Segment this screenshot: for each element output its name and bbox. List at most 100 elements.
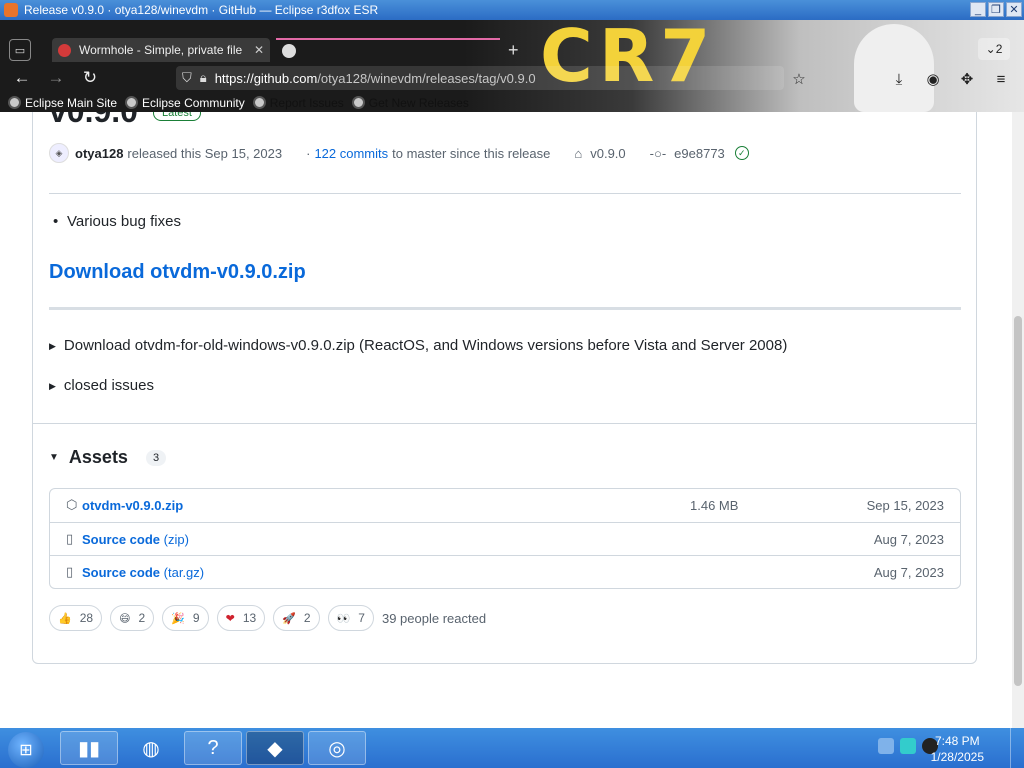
extensions-icon[interactable]: ✥ xyxy=(956,68,978,90)
author-link[interactable]: otya128 xyxy=(75,146,123,161)
reload-button[interactable]: ↻ xyxy=(78,66,102,90)
help-icon: ? xyxy=(207,736,219,759)
separator-dot: · xyxy=(306,145,311,161)
firefox-view-button[interactable]: ▭ xyxy=(9,39,31,61)
taskbar-app[interactable]: ◎ xyxy=(308,731,366,765)
reaction-hooray[interactable]: 🎉 9 xyxy=(162,605,209,631)
reaction-eyes[interactable]: 👀 7 xyxy=(327,605,374,631)
forward-button[interactable]: → xyxy=(44,66,68,90)
reactions-bar: 👍 28 😄 2 🎉 9 ❤ 13 🚀 2 👀 7 39 people reacted xyxy=(49,605,486,631)
asset-name: otvdm-v0.9.0.zip xyxy=(82,498,184,513)
details-old-windows[interactable]: ▶ Download otvdm-for-old-windows-v0.9.0.z… xyxy=(49,337,787,354)
reaction-heart[interactable]: ❤ 13 xyxy=(216,605,266,631)
reaction-count: 7 xyxy=(358,611,365,625)
avatar[interactable]: ◈ xyxy=(49,143,69,163)
reaction-count: 2 xyxy=(138,611,146,625)
commits-suffix: to master since this release xyxy=(392,145,551,161)
window-title-bar: Release v0.9.0 · otya128/winevdm · GitHu… xyxy=(0,0,1024,20)
menu-icon[interactable]: ≡ xyxy=(990,68,1012,90)
commit-link[interactable]: e9e8773 xyxy=(674,146,725,161)
system-tray xyxy=(878,738,938,754)
start-button[interactable]: ⊞ xyxy=(8,732,44,768)
bookmark-report-issues[interactable]: Report Issues xyxy=(252,96,344,110)
details-summary: Download otvdm-for-old-windows-v0.9.0.zi… xyxy=(63,337,788,354)
divider xyxy=(49,193,961,194)
eclipse-icon xyxy=(125,96,139,109)
caret-down-icon: ▼ xyxy=(49,452,59,463)
reaction-laugh[interactable]: 😄 2 xyxy=(110,605,155,631)
asset-link[interactable]: Source code (tar.gz) xyxy=(82,565,204,580)
tab-strip: ▭ Wormhole - Simple, private file ✕ + ⌄ … xyxy=(0,36,1024,64)
downloads-icon[interactable]: ⤓ xyxy=(888,68,910,90)
asset-link[interactable]: otvdm-v0.9.0.zip xyxy=(82,498,183,513)
bookmark-eclipse-community[interactable]: Eclipse Community xyxy=(125,96,245,110)
close-tab-icon[interactable]: ✕ xyxy=(254,43,264,57)
tracking-shield-icon[interactable]: ⛉ xyxy=(182,70,192,86)
tray-app-icon[interactable] xyxy=(900,738,916,754)
assets-list: ⬡ otvdm-v0.9.0.zip 1.46 MB Sep 15, 2023 … xyxy=(49,488,961,589)
assets-title: Assets xyxy=(68,447,128,467)
asset-date: Aug 7, 2023 xyxy=(873,532,944,547)
reaction-count: 2 xyxy=(303,611,311,625)
asset-size: 1.46 MB xyxy=(690,498,739,513)
taskbar-firefox[interactable]: ◍ xyxy=(122,731,180,765)
release-title: v0.9.0 xyxy=(49,112,138,130)
file-zip-icon: ▯ xyxy=(66,564,74,579)
details-summary: closed issues xyxy=(63,377,154,394)
asset-row: ▯ Source code (zip) Aug 7, 2023 xyxy=(50,522,960,555)
browser-chrome: CR7 ▭ Wormhole - Simple, private file ✕ … xyxy=(0,20,1024,112)
verified-check-icon[interactable]: ✓ xyxy=(734,146,749,160)
url-bar[interactable]: ⛉ 🔒︎ https://github.com/otya128/winevdm/… xyxy=(176,66,784,90)
url-path: /otya128/winevdm/releases/tag/v0.9.0 xyxy=(317,70,536,86)
tag-link[interactable]: v0.9.0 xyxy=(590,146,625,161)
download-zip-link[interactable]: Download otvdm-v0.9.0.zip xyxy=(49,261,306,284)
assets-count: 3 xyxy=(145,449,167,466)
bookmark-get-new-releases[interactable]: Get New Releases xyxy=(351,96,469,110)
github-icon xyxy=(252,96,266,109)
taskbar-clock[interactable]: 7:48 PM 1/28/2025 xyxy=(931,733,984,765)
new-tab-button[interactable]: + xyxy=(508,40,519,61)
minimize-button[interactable]: _ xyxy=(970,2,986,17)
eyes-icon: 👀 xyxy=(336,612,351,625)
taskbar-help[interactable]: ? xyxy=(184,731,242,765)
package-icon: ⬡ xyxy=(66,497,78,512)
list-all-tabs-button[interactable]: ⌄ 2 xyxy=(978,38,1010,60)
commits-link[interactable]: 122 commits xyxy=(314,146,388,161)
reactions-summary[interactable]: 39 people reacted xyxy=(382,611,486,626)
taskbar-r3dfox[interactable]: ◆ xyxy=(246,731,304,765)
reaction-rocket[interactable]: 🚀 2 xyxy=(273,605,320,631)
lock-icon[interactable]: 🔒︎ xyxy=(200,70,207,86)
reaction-thumbs-up[interactable]: 👍 28 xyxy=(49,605,103,631)
tabs-count: 2 xyxy=(995,42,1003,56)
reaction-count: 13 xyxy=(242,611,257,625)
show-desktop-button[interactable] xyxy=(1010,728,1024,768)
heart-icon: ❤ xyxy=(225,612,235,625)
asset-name: Source code xyxy=(82,532,161,547)
bookmark-label: Eclipse Community xyxy=(142,95,245,110)
file-explorer-icon: ▮▮ xyxy=(77,737,100,760)
git-commit-icon: -○- xyxy=(649,145,667,161)
tray-network-icon[interactable] xyxy=(878,738,894,754)
eclipse-icon xyxy=(8,96,21,109)
asset-link[interactable]: Source code (zip) xyxy=(82,532,189,547)
asset-suffix: (zip) xyxy=(163,532,189,547)
scrollbar-thumb[interactable] xyxy=(1014,316,1022,686)
bookmark-label: Eclipse Main Site xyxy=(25,95,118,110)
back-button[interactable]: ← xyxy=(10,66,34,90)
taskbar-file-explorer[interactable]: ▮▮ xyxy=(60,731,118,765)
taskbar: ⊞ ▮▮ ◍ ? ◆ ◎ 7:48 PM 1/28/2025 xyxy=(0,728,1024,768)
account-icon[interactable]: ◉ xyxy=(922,68,944,90)
bookmark-star-icon[interactable]: ☆ xyxy=(788,68,810,90)
tag-icon: ⌂ xyxy=(574,145,583,161)
asset-date: Aug 7, 2023 xyxy=(873,565,944,580)
tab-wormhole[interactable]: Wormhole - Simple, private file ✕ xyxy=(52,38,270,62)
page-scrollbar[interactable] xyxy=(1012,112,1024,728)
window-title: Release v0.9.0 · otya128/winevdm · GitHu… xyxy=(24,3,379,17)
divider xyxy=(49,307,961,310)
close-window-button[interactable]: ✕ xyxy=(1006,2,1022,17)
assets-toggle[interactable]: ▼ Assets 3 xyxy=(49,447,167,468)
details-closed-issues[interactable]: ▶ closed issues xyxy=(49,377,154,394)
restore-button[interactable]: ❐ xyxy=(988,2,1004,17)
tab-github-release[interactable] xyxy=(276,38,500,62)
bookmark-eclipse-main-site[interactable]: Eclipse Main Site xyxy=(8,96,117,110)
